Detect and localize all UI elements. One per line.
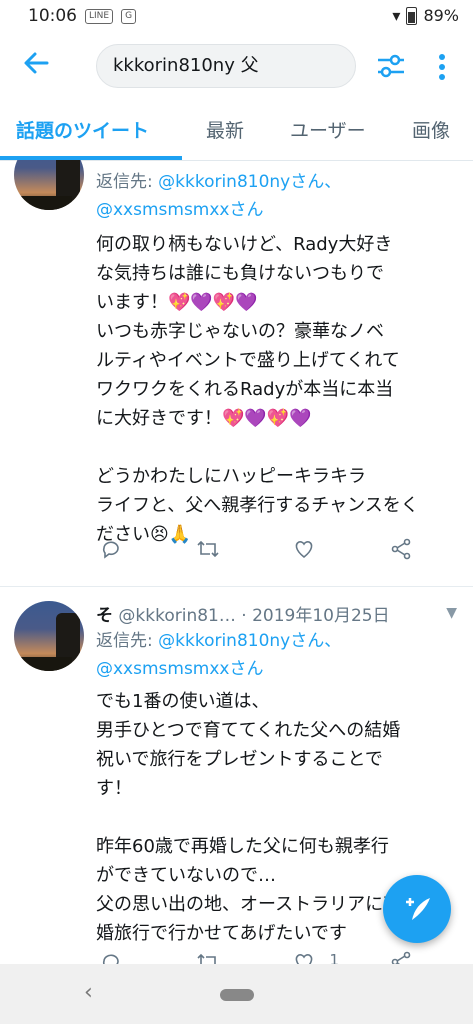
reply-prefix: 返信先: (96, 172, 159, 192)
mention-link[interactable]: @kkkorin810nyさん、 (158, 172, 341, 192)
nav-home-pill[interactable] (220, 989, 254, 1001)
tweet-line: ワクワクをくれるRadyが本当に本当 (96, 379, 394, 400)
search-header: kkkorin810ny 父 (0, 32, 473, 102)
tweet-header: そ @kkkorin81… · 2019年10月25日 (96, 601, 390, 626)
battery-icon (406, 6, 418, 25)
like-icon[interactable]: 1 (289, 951, 339, 964)
reply-to: 返信先: @kkkorin810nyさん、 @xxsmsmsmxxさん (96, 168, 341, 224)
chevron-down-icon[interactable]: ▼ (446, 605, 457, 621)
tweet-line: 父の思い出の地、オーストラリアに新 (96, 894, 402, 915)
compose-tweet-button[interactable] (383, 875, 451, 943)
tweet-item[interactable]: 返信先: @kkkorin810nyさん、 @xxsmsmsmxxさん 何の取り… (0, 160, 473, 587)
avatar[interactable] (14, 160, 84, 210)
heart-emoji-icon: 💖 (212, 292, 236, 313)
more-vertical-icon[interactable] (432, 52, 452, 82)
heart-emoji-icon: 💖 (266, 408, 290, 429)
reply-prefix: 返信先: (96, 631, 159, 651)
tweet-line: でも1番の使い道は、 (96, 691, 270, 712)
tweet-line: す！ (96, 778, 132, 799)
heart-emoji-icon: 💖 (222, 408, 245, 429)
tweet-list[interactable]: 返信先: @kkkorin810nyさん、 @xxsmsmsmxxさん 何の取り… (0, 160, 473, 964)
author-name[interactable]: そ (96, 606, 113, 626)
back-arrow-icon[interactable] (18, 48, 54, 84)
search-tabs: 話題のツイート 最新 ユーザー 画像 (0, 102, 473, 161)
share-icon[interactable] (386, 538, 416, 565)
tweet-line: ライフと、父へ親孝行するチャンスをく (96, 495, 419, 516)
tab-users[interactable]: ユーザー (290, 116, 366, 143)
author-handle[interactable]: @kkkorin81… (118, 606, 235, 626)
tweet-line: ルティやイベントで盛り上げてくれて (96, 350, 400, 371)
tab-images[interactable]: 画像 (412, 116, 450, 143)
tab-latest[interactable]: 最新 (206, 116, 244, 143)
retweet-icon[interactable] (193, 951, 223, 964)
tweet-line: どうかわたしにハッピーキラキラ (96, 466, 366, 487)
reply-icon[interactable] (96, 538, 126, 565)
mention-link[interactable]: @xxsmsmsmxxさん (96, 659, 264, 679)
feather-plus-icon (406, 898, 430, 920)
tweet-actions: 1 (96, 951, 416, 964)
like-count: 1 (329, 951, 340, 964)
battery-level: 89% (423, 6, 459, 25)
mention-link[interactable]: @kkkorin810nyさん、 (158, 631, 341, 651)
mention-link[interactable]: @xxsmsmsmxxさん (96, 200, 264, 220)
purple-heart-icon: 💜 (244, 408, 267, 429)
status-bar: 10:06 LINE G ▾ 89% (0, 0, 473, 32)
status-time: 10:06 (28, 6, 77, 26)
g-app-icon: G (121, 8, 137, 24)
tweet-line: ができていないので… (96, 865, 276, 886)
wifi-icon: ▾ (392, 6, 401, 25)
tab-top-tweets[interactable]: 話題のツイート (16, 116, 149, 143)
tweet-line: 何の取り柄もないけど、Rady大好き (96, 234, 393, 255)
tweet-line: な気持ちは誰にも負けないつもりで (96, 263, 384, 284)
reply-icon[interactable] (96, 951, 126, 964)
retweet-icon[interactable] (193, 538, 223, 565)
system-nav-bar: ‹ (0, 964, 473, 1024)
purple-heart-icon: 💜 (190, 292, 213, 313)
tweet-date: · 2019年10月25日 (241, 606, 390, 626)
purple-heart-icon: 💜 (235, 292, 258, 313)
tweet-line: に大好きです！ (96, 408, 222, 429)
filter-sliders-icon[interactable] (376, 52, 406, 82)
tweet-actions (96, 538, 416, 565)
nav-back-icon[interactable]: ‹ (84, 980, 93, 1005)
heart-emoji-icon: 💖 (168, 292, 191, 313)
tweet-line: 男手ひとつで育ててくれた父への結婚 (96, 720, 401, 741)
like-icon[interactable] (289, 538, 319, 565)
share-icon[interactable] (386, 951, 416, 964)
tweet-line: 婚旅行で行かせてあげたいです (96, 923, 347, 944)
reply-to: 返信先: @kkkorin810nyさん、 @xxsmsmsmxxさん (96, 627, 341, 683)
tweet-line: います！ (96, 292, 168, 313)
search-input[interactable]: kkkorin810ny 父 (96, 44, 356, 88)
purple-heart-icon: 💜 (289, 408, 312, 429)
tweet-line: 昨年60歳で再婚した父に何も親孝行 (96, 836, 389, 857)
tweet-line: 祝いで旅行をプレゼントすることで (96, 749, 383, 770)
tweet-text: 何の取り柄もないけど、Rady大好き な気持ちは誰にも負けないつもりで います！… (96, 230, 466, 549)
avatar[interactable] (14, 601, 84, 671)
line-app-icon: LINE (85, 8, 114, 24)
tweet-line: いつも赤字じゃないの？豪華なノベ (96, 321, 384, 342)
